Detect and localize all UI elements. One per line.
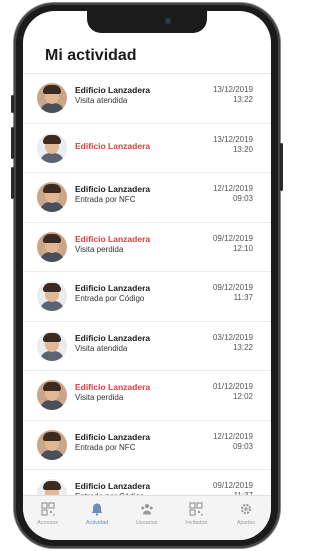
notch (87, 11, 207, 33)
tab-accesos[interactable]: Accesos (23, 502, 72, 526)
activity-time: 12:10 (232, 243, 253, 253)
building-name: Edificio Lanzadera (75, 481, 151, 491)
activity-row[interactable]: Edificio Lanzadera Visita perdida 01/12/20… (23, 371, 271, 421)
activity-time: 13:20 (232, 144, 253, 154)
power-button (280, 143, 283, 191)
building-name: Edificio Lanzadera (75, 332, 151, 343)
activity-status: Visita atendida (75, 96, 128, 105)
avatar (37, 330, 67, 361)
activity-row[interactable]: Edificio Lanzadera Visita atendida 03/12/2… (23, 322, 271, 371)
building-name: Edificio Lanzadera (75, 184, 151, 194)
silent-switch (11, 95, 14, 113)
activity-row[interactable]: Edificio LanzaderaEntrada por Código 09/1… (23, 272, 271, 322)
activity-date: 13/12/2019 (212, 85, 253, 94)
building-name: Edificio Lanzadera (75, 382, 151, 392)
activity-date: 09/12/2019 (212, 481, 253, 490)
avatar-body (40, 350, 64, 361)
tab-ajustes[interactable]: Ajustes (221, 502, 270, 526)
activity-date: 13/12/2019 (212, 134, 253, 144)
building-name: Edificio Lanzadera (75, 140, 151, 151)
building-name: Edificio Lanzadera (75, 233, 151, 244)
activity-status: Entrada por Código (75, 294, 145, 303)
avatar (37, 132, 67, 163)
qr-code-icon (172, 502, 221, 516)
avatar (37, 380, 67, 410)
activity-status: Entrada por NFC (75, 195, 136, 204)
avatar-hair (43, 481, 61, 490)
tab-actividad[interactable]: Actividad (73, 502, 122, 526)
activity-time: 13:22 (232, 95, 253, 104)
phone-frame: Mi actividad Edificio Lanzadera Visita at… (11, 3, 283, 548)
activity-date: 09/12/2019 (212, 233, 253, 243)
activity-time: 13:22 (232, 342, 253, 352)
building-name: Edificio Lanzadera (75, 431, 151, 442)
app-screen: Mi actividad Edificio Lanzadera Visita at… (23, 11, 271, 540)
volume-down-button (11, 167, 14, 199)
avatar-hair (43, 85, 61, 94)
avatar-hair (43, 233, 61, 243)
avatar (37, 231, 67, 262)
tab-label: Ajustes (236, 520, 255, 526)
avatar-body (40, 449, 64, 460)
avatar (37, 182, 67, 212)
activity-row[interactable]: Edificio Lanzadera Visita perdida 09/12/20… (23, 223, 271, 272)
users-icon (122, 502, 171, 516)
avatar (37, 429, 67, 460)
page-title: Mi actividad (45, 47, 137, 64)
activity-row[interactable]: Edificio Lanzadera Entrada por NFC 12/12/2… (23, 173, 271, 223)
activity-date: 03/12/2019 (212, 332, 253, 342)
activity-time: 11:37 (233, 293, 253, 302)
activity-list: Edificio Lanzadera Visita atendida 13/12/2… (23, 74, 271, 520)
activity-time: 09:03 (232, 441, 253, 451)
activity-status: Visita atendida (75, 343, 128, 353)
tab-label: Invitados (185, 520, 208, 526)
tab-invitados[interactable]: Invitados (172, 502, 221, 526)
tab-label: Actividad (85, 520, 109, 526)
avatar-body (40, 251, 64, 262)
tab-usuarios[interactable]: Usuarios (122, 502, 171, 526)
activity-date: 12/12/2019 (212, 431, 253, 441)
activity-time: 09:03 (232, 194, 253, 203)
activity-status: Visita perdida (75, 393, 124, 402)
avatar-body (40, 202, 64, 212)
avatar-hair (43, 283, 61, 292)
bell-icon (73, 502, 122, 516)
avatar-hair (43, 332, 61, 342)
qr-code-icon (23, 502, 72, 516)
activity-time: 12:02 (232, 392, 253, 401)
tab-label: Usuarios (135, 520, 158, 526)
gear-icon (221, 502, 270, 516)
activity-row[interactable]: Edificio Lanzadera Visita atendida 13/12/2… (23, 74, 271, 124)
avatar-hair (43, 134, 61, 144)
avatar-hair (43, 431, 61, 441)
avatar-body (40, 103, 64, 113)
activity-date: 09/12/2019 (212, 283, 253, 292)
camera-icon (165, 18, 171, 24)
building-name: Edificio Lanzadera (75, 283, 151, 293)
building-name: Edificio Lanzadera (75, 85, 151, 95)
activity-status: Visita perdida (75, 244, 124, 254)
activity-row[interactable]: Edificio Lanzadera Entrada por NFC 12/12/2… (23, 421, 271, 470)
avatar-body (40, 400, 64, 410)
volume-up-button (11, 127, 14, 159)
tab-label: Accesos (37, 520, 58, 526)
activity-date: 12/12/2019 (212, 184, 253, 193)
avatar (37, 83, 67, 113)
avatar-body (40, 152, 64, 163)
avatar (37, 281, 67, 311)
avatar-hair (43, 184, 61, 193)
activity-status: Entrada por NFC (75, 442, 136, 452)
tab-bar: Accesos Actividad Usuarios Invitados Ajustes (23, 495, 271, 540)
activity-row[interactable]: Edificio Lanzadera 13/12/2019 13:20 (23, 124, 271, 173)
avatar-body (40, 301, 64, 311)
activity-date: 01/12/2019 (212, 382, 253, 391)
avatar-hair (43, 382, 61, 391)
